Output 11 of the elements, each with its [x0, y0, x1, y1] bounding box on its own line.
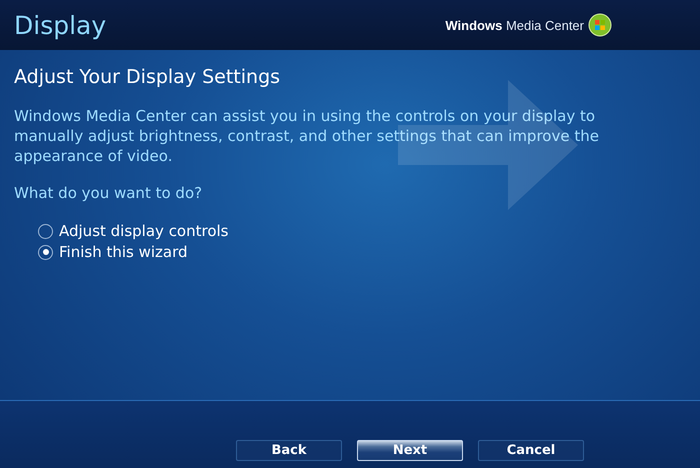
- question-text: What do you want to do?: [14, 184, 202, 202]
- description-text: Windows Media Center can assist you in using the controls on your display to manually adjust brightness, contrast, and other settings that can improve the appearance of video.: [14, 106, 600, 166]
- radio-option[interactable]: Finish this wizard: [38, 243, 228, 261]
- radio-option[interactable]: Adjust display controls: [38, 222, 228, 240]
- brand-name: Windows Media Center: [445, 18, 584, 32]
- screen-title: Display: [14, 10, 106, 40]
- page-heading: Adjust Your Display Settings: [14, 66, 280, 88]
- wizard-button[interactable]: Next: [357, 440, 463, 461]
- wizard-button[interactable]: Back: [236, 440, 342, 461]
- wizard-button[interactable]: Cancel: [478, 440, 584, 461]
- flag-orb-icon: [588, 13, 612, 37]
